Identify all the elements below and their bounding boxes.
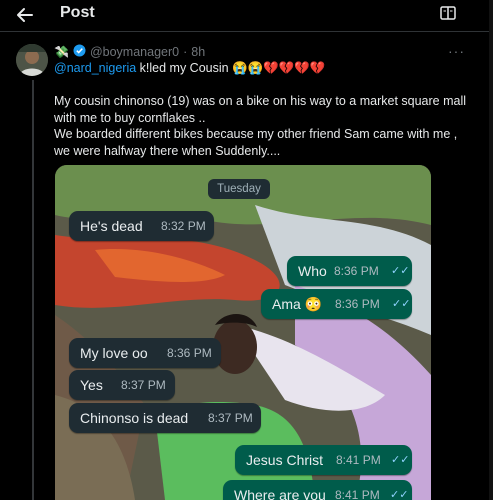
- mention-link[interactable]: @nard_nigeria: [54, 61, 136, 75]
- read-receipt-icon: ✓✓: [391, 454, 410, 466]
- message-time: 8:32 PM: [161, 219, 206, 233]
- body-line: we were halfway there when Suddenly....: [54, 143, 281, 158]
- back-arrow-icon[interactable]: [14, 4, 36, 26]
- read-receipt-icon: ✓✓: [391, 265, 410, 277]
- chat-message: Jesus Christ 8:41 PM ✓✓: [235, 445, 412, 475]
- author-handle[interactable]: @boymanager0: [90, 45, 179, 59]
- read-receipt-icon: ✓✓: [390, 489, 409, 500]
- thread-line: [32, 80, 34, 500]
- avatar[interactable]: [16, 44, 48, 76]
- body-line: with me to buy cornflakes ..: [54, 110, 206, 125]
- tweet-first-line: @nard_nigeria k!led my Cousin 😭😭💔💔💔💔: [54, 61, 325, 76]
- chat-message: Ama 😳 8:36 PM ✓✓: [261, 289, 412, 319]
- message-time: 8:37 PM: [121, 378, 166, 392]
- post-page: Post 💸 @boymanager0 · 8h ··· @nard_niger…: [0, 0, 490, 500]
- chat-message: Chinonso is dead 8:37 PM: [69, 403, 261, 433]
- message-text: Chinonso is dead: [80, 410, 189, 426]
- reader-mode-icon[interactable]: [440, 6, 456, 20]
- body-line: We boarded different bikes because my ot…: [54, 127, 458, 141]
- header-divider: [0, 31, 489, 32]
- verified-badge-icon: [73, 44, 86, 60]
- chat-message: Who 8:36 PM ✓✓: [287, 256, 412, 286]
- first-line-text: k!led my Cousin: [139, 61, 229, 75]
- time-separator: ·: [183, 45, 188, 59]
- date-chip: Tuesday: [208, 179, 270, 199]
- message-text: My love oo: [80, 345, 148, 361]
- more-dots-icon[interactable]: ···: [448, 43, 465, 59]
- message-text: Jesus Christ: [246, 452, 324, 468]
- attached-image[interactable]: Tuesday He's dead 8:32 PM Who 8:36 PM ✓✓…: [55, 165, 431, 500]
- message-time: 8:36 PM: [334, 264, 379, 278]
- chat-message: Yes 8:37 PM: [69, 370, 175, 400]
- chat-message: My love oo 8:36 PM: [69, 338, 221, 368]
- post-time[interactable]: 8h: [191, 45, 205, 59]
- tweet-body: My cousin chinonso (19) was on a bike on…: [54, 93, 484, 159]
- top-bar: Post: [0, 0, 489, 31]
- message-time: 8:36 PM: [167, 346, 212, 360]
- message-text: Who: [298, 263, 327, 279]
- page-title: Post: [60, 4, 95, 21]
- message-text: Ama 😳: [272, 296, 323, 312]
- message-text: Yes: [80, 377, 103, 393]
- message-text: He's dead: [80, 218, 143, 234]
- body-line: My cousin chinonso (19) was on a bike on…: [54, 94, 466, 108]
- scroll-edge: [489, 0, 493, 500]
- emoji-string: 😭😭💔💔💔💔: [232, 61, 326, 75]
- message-time: 8:41 PM: [335, 488, 380, 500]
- message-text: Where are you: [234, 487, 326, 500]
- message-time: 8:36 PM: [335, 297, 380, 311]
- author-row: 💸 @boymanager0 · 8h: [54, 44, 205, 60]
- chat-message: He's dead 8:32 PM: [69, 211, 214, 241]
- chat-message: Where are you 8:41 PM ✓✓: [223, 480, 412, 500]
- money-wings-emoji: 💸: [54, 45, 69, 59]
- read-receipt-icon: ✓✓: [392, 298, 411, 310]
- message-time: 8:41 PM: [336, 453, 381, 467]
- message-time: 8:37 PM: [208, 411, 253, 425]
